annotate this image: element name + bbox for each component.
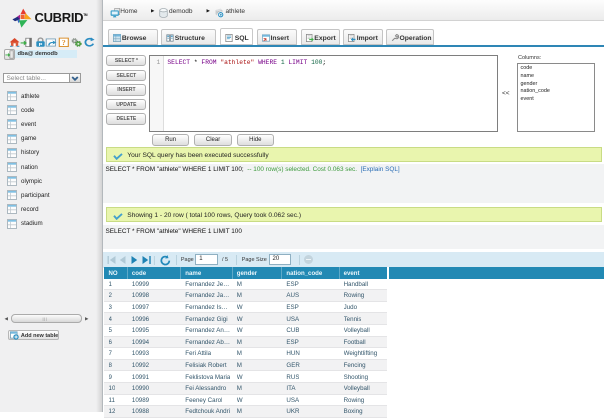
svg-text:?: ? [62, 39, 66, 47]
svg-text:P: P [39, 42, 43, 47]
